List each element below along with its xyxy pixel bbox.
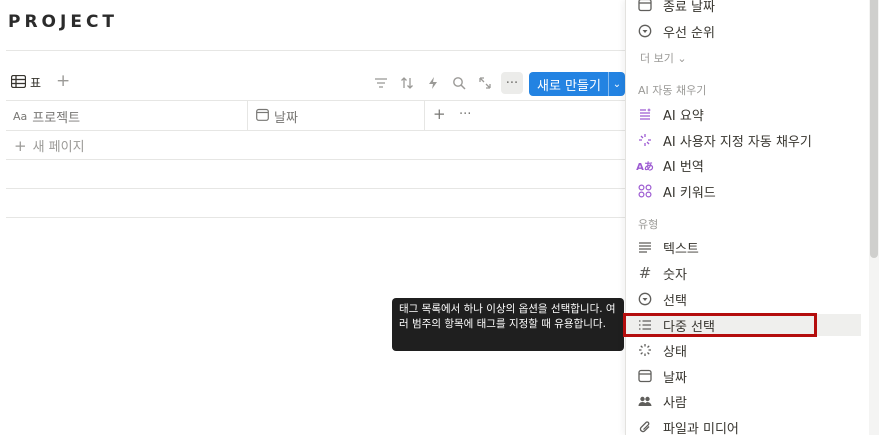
- menu-item-label: 종료 날짜: [663, 0, 715, 15]
- calendar-icon: [636, 0, 654, 14]
- scrollbar-thumb[interactable]: [870, 0, 878, 258]
- view-tab-label: 표: [30, 76, 42, 90]
- hash-icon: #: [638, 264, 652, 282]
- menu-item-ai-custom-autofill[interactable]: AI 사용자 지정 자동 채우기: [636, 129, 862, 151]
- sort-icon[interactable]: [398, 74, 416, 92]
- section-label-ai: AI 자동 채우기: [638, 84, 707, 97]
- add-column-button[interactable]: +: [433, 105, 446, 123]
- column-header-label: 프로젝트: [32, 111, 81, 126]
- ai-summary-icon: [636, 105, 654, 123]
- new-button-label: 새로 만들기: [537, 78, 601, 94]
- chevron-down-icon: ⌄: [677, 52, 687, 65]
- chevron-down-icon[interactable]: ⌄: [609, 79, 625, 90]
- status-spinner-icon: [636, 341, 654, 359]
- menu-item-ai-summary[interactable]: AI 요약: [636, 103, 862, 125]
- menu-item-label: AI 요약: [663, 108, 704, 124]
- menu-item-label: 텍스트: [663, 241, 699, 257]
- ai-sparkle-icon: [636, 131, 654, 149]
- menu-item-status[interactable]: 상태: [636, 339, 862, 361]
- column-divider: [247, 101, 248, 130]
- people-icon: [636, 392, 654, 410]
- menu-item-label: 날짜: [663, 370, 687, 386]
- menu-item-ai-translate[interactable]: Aあ AI 번역: [636, 154, 862, 176]
- property-type-menu: 종료 날짜 우선 순위 더 보기 ⌄ AI 자동 채우기 AI 요약 AI 사용…: [625, 0, 887, 435]
- title-divider: [6, 50, 625, 51]
- menu-item-text[interactable]: 텍스트: [636, 236, 862, 258]
- select-circle-icon: [636, 290, 654, 308]
- tooltip: 태그 목록에서 하나 이상의 옵션을 선택합니다. 여러 범주의 항목에 태그를…: [392, 298, 624, 351]
- more-options-button[interactable]: ···: [501, 72, 523, 94]
- add-view-button[interactable]: +: [56, 71, 70, 91]
- row-divider: [6, 130, 625, 131]
- show-more-link[interactable]: 더 보기 ⌄: [640, 50, 687, 66]
- table-header: Aa 프로젝트 날짜 + ···: [6, 101, 625, 130]
- automation-bolt-icon[interactable]: [424, 74, 442, 92]
- new-page-label: 새 페이지: [32, 140, 85, 155]
- column-header-date[interactable]: 날짜: [256, 107, 298, 126]
- column-header-project[interactable]: Aa 프로젝트: [13, 107, 80, 126]
- highlight-box: [623, 313, 817, 337]
- menu-item-end-date[interactable]: 종료 날짜: [636, 0, 862, 16]
- calendar-icon: [636, 367, 654, 385]
- row-divider: [6, 188, 625, 189]
- menu-item-date[interactable]: 날짜: [636, 365, 862, 387]
- search-icon[interactable]: [450, 74, 468, 92]
- paperclip-icon: [636, 418, 654, 435]
- row-divider: [6, 159, 625, 160]
- ai-translate-icon: Aあ: [636, 161, 654, 173]
- text-lines-icon: [636, 238, 654, 256]
- menu-item-number[interactable]: # 숫자: [636, 262, 862, 284]
- ai-keyword-icon: [636, 182, 654, 200]
- section-label-type: 유형: [638, 218, 659, 231]
- column-divider: [424, 101, 425, 130]
- page-title: PROJECT: [8, 12, 119, 32]
- filter-icon[interactable]: [372, 74, 390, 92]
- title-type-icon: Aa: [13, 110, 28, 123]
- menu-item-label: 상태: [663, 344, 687, 360]
- menu-item-label: 파일과 미디어: [663, 421, 739, 435]
- select-circle-icon: [636, 22, 654, 40]
- table-icon: [10, 74, 27, 91]
- menu-item-label: AI 사용자 지정 자동 채우기: [663, 134, 812, 150]
- plus-icon: +: [14, 136, 27, 155]
- menu-item-label: 사람: [663, 395, 687, 411]
- calendar-icon: [256, 108, 269, 125]
- menu-item-ai-keyword[interactable]: AI 키워드: [636, 180, 862, 202]
- menu-item-label: AI 번역: [663, 159, 704, 175]
- menu-item-priority[interactable]: 우선 순위: [636, 20, 862, 42]
- column-header-label: 날짜: [274, 111, 298, 126]
- menu-item-label: 선택: [663, 293, 687, 309]
- new-button[interactable]: 새로 만들기 ⌄: [529, 72, 625, 96]
- menu-item-label: 우선 순위: [663, 25, 715, 41]
- menu-item-files-media[interactable]: 파일과 미디어: [636, 416, 862, 435]
- menu-item-label: AI 키워드: [663, 185, 716, 201]
- menu-item-select[interactable]: 선택: [636, 288, 862, 310]
- menu-item-label: 숫자: [663, 267, 687, 283]
- view-toolbar: 표 + ··· 새로 만들기 ⌄: [6, 70, 625, 96]
- column-more-button[interactable]: ···: [459, 107, 471, 122]
- new-page-row[interactable]: + 새 페이지: [14, 136, 85, 156]
- row-divider: [6, 217, 625, 218]
- menu-item-person[interactable]: 사람: [636, 390, 862, 412]
- view-tab-table[interactable]: 표: [10, 74, 42, 91]
- expand-icon[interactable]: [476, 74, 494, 92]
